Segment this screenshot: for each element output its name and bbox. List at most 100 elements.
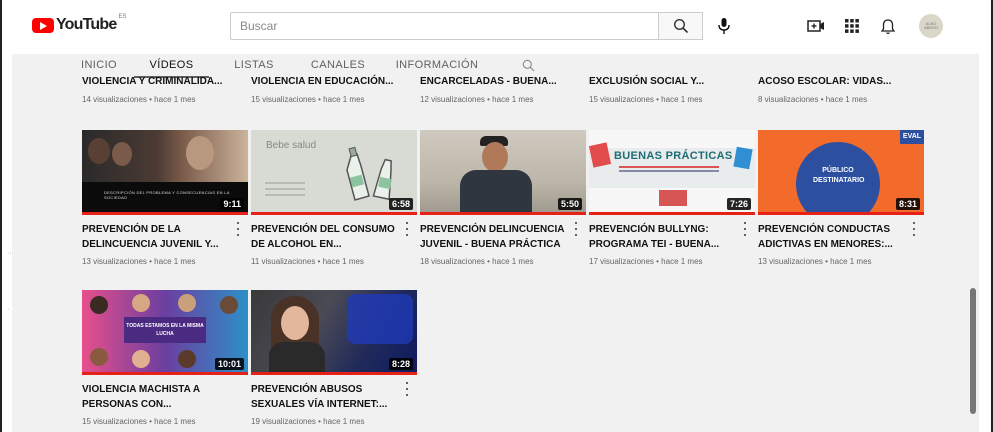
logo-country-code: ES (118, 14, 127, 20)
search-input[interactable] (231, 13, 662, 39)
video-card[interactable]: 8:28 PREVENCIÓN ABUSOS SEXUALES VÍA INTE… (251, 290, 417, 426)
video-title[interactable]: PREVENCIÓN DELINCUENCIA JUVENIL - BUENA … (420, 222, 570, 252)
video-thumbnail[interactable]: 5:50 (420, 130, 586, 215)
watch-progress-bar (420, 212, 586, 215)
video-duration: 7:26 (726, 198, 751, 210)
video-title[interactable]: ENCARCELADAS - BUENA... (420, 74, 570, 89)
video-card[interactable]: Bebe salud 6:58 PREVENCIÓN DEL CONSUMO D… (251, 130, 417, 266)
video-row: DESCRIPCIÓN DEL PROBLEMA Y CONSECUENCIAS… (82, 130, 927, 266)
video-card[interactable]: TODAS ESTAMOS EN LA MISMA LUCHA 10:01 VI… (82, 290, 248, 426)
channel-search-button[interactable] (517, 54, 539, 76)
video-thumbnail[interactable]: Bebe salud 6:58 (251, 130, 417, 215)
video-card[interactable]: ENCARCELADAS - BUENA... 12 visualizacion… (420, 74, 586, 104)
thumb-book (589, 142, 612, 168)
watch-progress-bar (589, 212, 755, 215)
more-vert-icon[interactable] (234, 222, 242, 236)
youtube-logo[interactable]: YouTube ES (32, 14, 127, 34)
watch-progress-bar (251, 372, 417, 375)
thumb-person (88, 138, 110, 164)
scrollbar[interactable] (967, 54, 979, 432)
video-meta: 15 visualizaciones • hace 1 mes (82, 417, 196, 426)
video-card[interactable]: ACOSO ESCOLAR: VIDAS... 8 visualizacione… (758, 74, 924, 104)
video-duration: 5:50 (557, 198, 582, 210)
video-title[interactable]: PREVENCIÓN ABUSOS SEXUALES VÍA INTERNET:… (251, 382, 401, 412)
video-meta: 13 visualizaciones • hace 1 mes (82, 257, 196, 266)
video-card[interactable]: EXCLUSIÓN SOCIAL Y... 15 visualizaciones… (589, 74, 755, 104)
video-meta: 18 visualizaciones • hace 1 mes (420, 257, 534, 266)
video-card[interactable]: PÚBLICO DESTINATARIO EVAL 8:31 PREVENCIÓ… (758, 130, 924, 266)
video-thumbnail[interactable]: BUENAS PRÁCTICAS 7:26 (589, 130, 755, 215)
more-vert-icon[interactable] (910, 222, 918, 236)
video-title[interactable]: EXCLUSIÓN SOCIAL Y... (589, 74, 739, 89)
more-vert-icon[interactable] (741, 222, 749, 236)
thumb-caption: BUENAS PRÁCTICAS (614, 150, 733, 162)
video-title[interactable]: VIOLENCIA EN EDUCACIÓN... (251, 74, 401, 89)
thumb-caption: TODAS ESTAMOS EN LA MISMA LUCHA (126, 323, 204, 337)
thumb-caption: Bebe salud (266, 140, 317, 151)
video-duration: 8:31 (895, 198, 920, 210)
thumb-person (482, 142, 508, 172)
youtube-logo-icon (32, 17, 54, 33)
video-duration: 6:58 (388, 198, 413, 210)
video-meta: 8 visualizaciones • hace 1 mes (758, 95, 868, 104)
video-thumbnail[interactable]: TODAS ESTAMOS EN LA MISMA LUCHA 10:01 (82, 290, 248, 375)
video-meta: 13 visualizaciones • hace 1 mes (758, 257, 872, 266)
thumb-person (178, 350, 196, 368)
thumb-caption: PÚBLICO DESTINATARIO (813, 167, 865, 184)
gutter-mark: · (7, 306, 10, 313)
voice-search-button[interactable] (712, 14, 736, 38)
notifications-bell-icon (881, 18, 895, 34)
video-title[interactable]: VIOLENCIA MACHISTA A PERSONAS CON... (82, 382, 232, 412)
thumb-person (90, 296, 108, 314)
thumb-building (659, 190, 687, 206)
channel-content: INICIO VÍDEOS LISTAS CANALES INFORMACIÓN… (12, 54, 967, 432)
scrollbar-thumb[interactable] (970, 288, 976, 414)
video-thumbnail[interactable]: DESCRIPCIÓN DEL PROBLEMA Y CONSECUENCIAS… (82, 130, 248, 215)
thumb-person (220, 296, 238, 314)
thumb-person (112, 142, 132, 166)
video-title[interactable]: VIOLENCIA Y CRIMINALIDA... (82, 74, 232, 89)
search-button[interactable] (658, 12, 703, 40)
video-title[interactable]: PREVENCIÓN BULLYNG: PROGRAMA TEI - BUENA… (589, 222, 739, 252)
video-card[interactable]: VIOLENCIA Y CRIMINALIDA... 14 visualizac… (82, 74, 248, 104)
video-row: TODAS ESTAMOS EN LA MISMA LUCHA 10:01 VI… (82, 290, 420, 426)
video-thumbnail[interactable]: 8:28 (251, 290, 417, 375)
video-card[interactable]: BUENAS PRÁCTICAS 7:26 PREVENCIÓN BULLYNG… (589, 130, 755, 266)
search-icon (673, 18, 688, 34)
more-vert-icon[interactable] (572, 222, 580, 236)
video-thumbnail[interactable]: PÚBLICO DESTINATARIO EVAL 8:31 (758, 130, 924, 215)
thumb-person (132, 350, 150, 368)
video-title[interactable]: PREVENCIÓN DEL CONSUMO DE ALCOHOL EN... (251, 222, 401, 252)
apps-button[interactable] (840, 14, 864, 38)
thumb-person (90, 348, 108, 366)
thumb-banner: TODAS ESTAMOS EN LA MISMA LUCHA (124, 317, 206, 343)
video-card[interactable]: VIOLENCIA EN EDUCACIÓN... 15 visualizaci… (251, 74, 417, 104)
logo-text: YouTube (56, 16, 117, 33)
search-box[interactable] (230, 12, 662, 40)
video-title[interactable]: PREVENCIÓN DE LA DELINCUENCIA JUVENIL Y.… (82, 222, 232, 252)
video-row-partial: VIOLENCIA Y CRIMINALIDA... 14 visualizac… (82, 74, 927, 104)
video-card[interactable]: DESCRIPCIÓN DEL PROBLEMA Y CONSECUENCIAS… (82, 130, 248, 266)
video-title[interactable]: PREVENCIÓN CONDUCTAS ADICTIVAS EN MENORE… (758, 222, 908, 252)
thumb-person (186, 136, 214, 170)
video-meta: 15 visualizaciones • hace 1 mes (589, 95, 703, 104)
avatar-text: ALBO ABERO (923, 21, 938, 30)
create-video-icon (807, 20, 824, 32)
watch-progress-bar (758, 212, 924, 215)
browser-frame: ·· · YouTube ES Buscar ALBO ABERO INICIO… (0, 0, 993, 432)
watch-progress-bar (251, 212, 417, 215)
thumb-person (281, 306, 309, 340)
avatar[interactable]: ALBO ABERO (919, 14, 943, 38)
video-meta: 11 visualizaciones • hace 1 mes (251, 257, 364, 266)
thumb-decoration (265, 182, 305, 184)
notifications-button[interactable] (876, 14, 900, 38)
thumb-person (178, 294, 196, 312)
channel-search-icon (522, 59, 534, 71)
more-vert-icon[interactable] (403, 382, 411, 396)
video-duration: 9:11 (220, 198, 244, 210)
create-button[interactable] (804, 14, 828, 38)
video-card[interactable]: 5:50 PREVENCIÓN DELINCUENCIA JUVENIL - B… (420, 130, 586, 266)
apps-icon (845, 19, 859, 33)
video-title[interactable]: ACOSO ESCOLAR: VIDAS... (758, 74, 908, 89)
more-vert-icon[interactable] (403, 222, 411, 236)
